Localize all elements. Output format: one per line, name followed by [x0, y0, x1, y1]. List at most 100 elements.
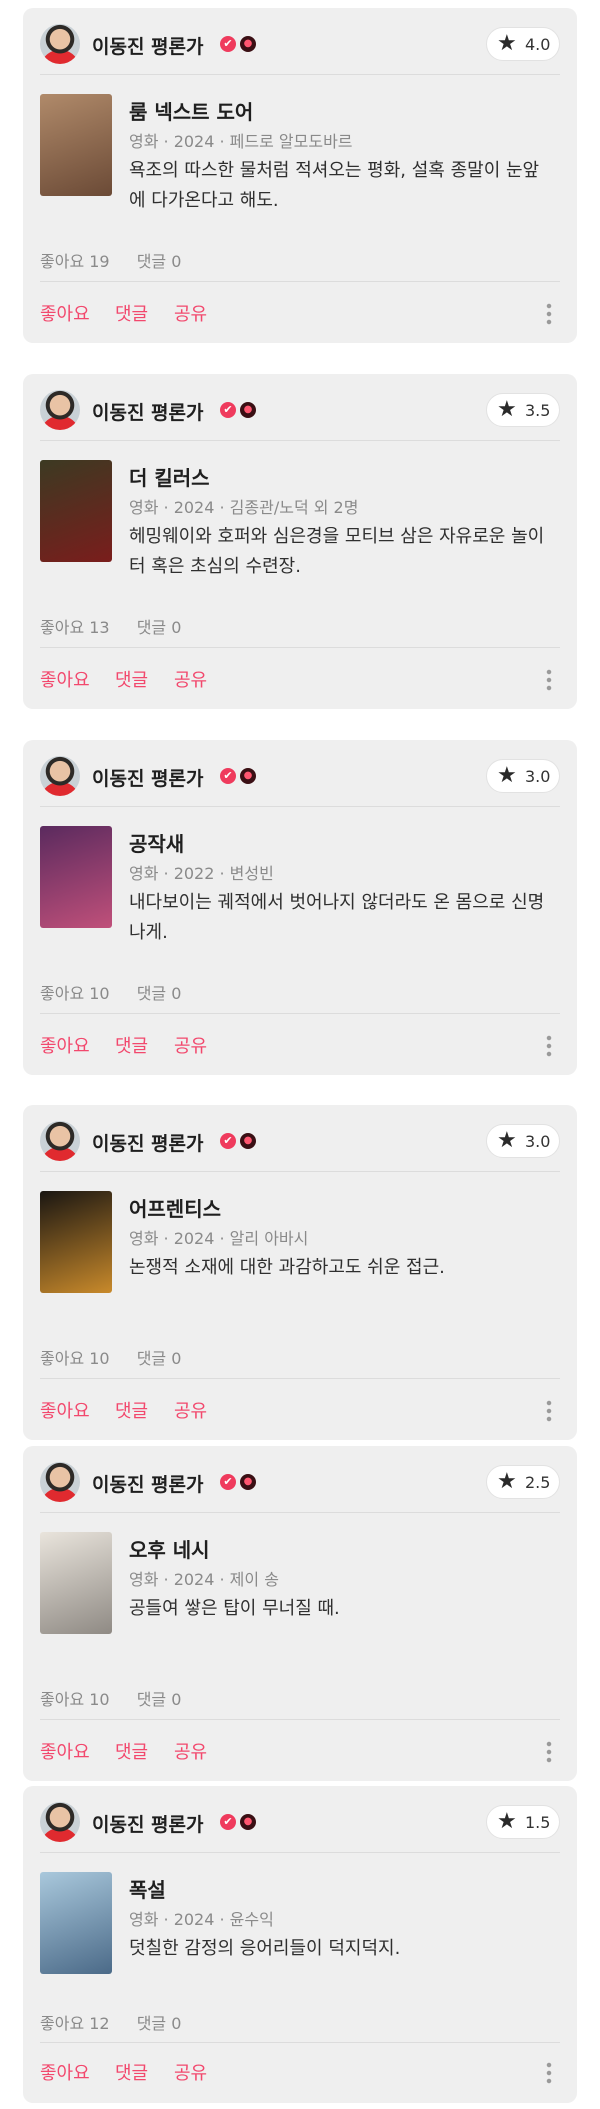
- review-text[interactable]: 덧칠한 감정의 응어리들이 덕지덕지.: [129, 1934, 549, 1964]
- divider: [40, 281, 560, 282]
- comment-button[interactable]: 댓글: [115, 2059, 148, 2085]
- more-options-icon[interactable]: [546, 1399, 552, 1423]
- star-icon: ★: [497, 763, 517, 788]
- review-text[interactable]: 논쟁적 소재에 대한 과감하고도 쉬운 접근.: [129, 1253, 549, 1283]
- avatar[interactable]: [40, 1121, 80, 1161]
- review-actions: 좋아요 댓글 공유: [40, 300, 560, 328]
- star-icon: ★: [497, 397, 517, 422]
- movie-title[interactable]: 룸 넥스트 도어: [129, 96, 253, 125]
- share-button[interactable]: 공유: [174, 1032, 207, 1058]
- movie-poster[interactable]: [40, 1872, 112, 1974]
- like-count: 좋아요 13: [40, 618, 110, 637]
- rating-value: 3.5: [525, 401, 551, 420]
- like-button[interactable]: 좋아요: [40, 1738, 90, 1764]
- review-text[interactable]: 내다보이는 궤적에서 벗어나지 않더라도 온 몸으로 신명나게.: [129, 888, 549, 948]
- movie-meta: 영화 · 2022 · 변성빈: [129, 864, 274, 883]
- movie-poster[interactable]: [40, 1191, 112, 1293]
- movie-title[interactable]: 더 킬러스: [129, 462, 210, 491]
- divider: [40, 74, 560, 75]
- avatar[interactable]: [40, 1802, 80, 1842]
- star-icon: ★: [497, 1469, 517, 1494]
- review-stats: 좋아요 12 댓글 0: [40, 2010, 203, 2034]
- avatar[interactable]: [40, 390, 80, 430]
- review-card: 이동진 평론가 ✔ ● ★ 1.5 폭설 영화 · 2024 · 윤수익 덧칠한…: [23, 1786, 577, 2103]
- more-options-icon[interactable]: [546, 1740, 552, 1764]
- avatar[interactable]: [40, 1462, 80, 1502]
- like-count: 좋아요 10: [40, 1349, 110, 1368]
- like-button[interactable]: 좋아요: [40, 666, 90, 692]
- verified-badge-icon: ✔: [220, 36, 236, 52]
- review-actions: 좋아요 댓글 공유: [40, 1032, 560, 1060]
- avatar[interactable]: [40, 24, 80, 64]
- share-button[interactable]: 공유: [174, 300, 207, 326]
- movie-poster[interactable]: [40, 460, 112, 562]
- rating-value: 2.5: [525, 1473, 551, 1492]
- review-stats: 좋아요 19 댓글 0: [40, 248, 203, 272]
- author-name[interactable]: 이동진 평론가: [92, 32, 204, 59]
- more-options-icon[interactable]: [546, 668, 552, 692]
- movie-poster[interactable]: [40, 1532, 112, 1634]
- review-text[interactable]: 욕조의 따스한 물처럼 적셔오는 평화, 설혹 종말이 눈앞에 다가온다고 해도…: [129, 156, 549, 216]
- verified-badge-icon: ✔: [220, 402, 236, 418]
- star-icon: ★: [497, 31, 517, 56]
- movie-title[interactable]: 공작새: [129, 828, 184, 857]
- review-text[interactable]: 공들여 쌓은 탑이 무너질 때.: [129, 1594, 549, 1624]
- more-options-icon[interactable]: [546, 302, 552, 326]
- divider: [40, 1852, 560, 1853]
- avatar[interactable]: [40, 756, 80, 796]
- movie-title[interactable]: 오후 네시: [129, 1534, 210, 1563]
- movie-meta: 영화 · 2024 · 윤수익: [129, 1910, 274, 1929]
- share-button[interactable]: 공유: [174, 666, 207, 692]
- more-options-icon[interactable]: [546, 1034, 552, 1058]
- share-button[interactable]: 공유: [174, 2059, 207, 2085]
- comment-button[interactable]: 댓글: [115, 1397, 148, 1423]
- comment-button[interactable]: 댓글: [115, 1738, 148, 1764]
- critic-emblem-icon: ●: [240, 1814, 256, 1830]
- author-name[interactable]: 이동진 평론가: [92, 764, 204, 791]
- more-options-icon[interactable]: [546, 2061, 552, 2085]
- comment-button[interactable]: 댓글: [115, 300, 148, 326]
- divider: [40, 2042, 560, 2043]
- comment-count: 댓글 0: [136, 252, 182, 271]
- author-name[interactable]: 이동진 평론가: [92, 1810, 204, 1837]
- star-icon: ★: [497, 1809, 517, 1834]
- author-name[interactable]: 이동진 평론가: [92, 398, 204, 425]
- comment-button[interactable]: 댓글: [115, 1032, 148, 1058]
- divider: [40, 1013, 560, 1014]
- share-button[interactable]: 공유: [174, 1738, 207, 1764]
- movie-poster[interactable]: [40, 826, 112, 928]
- star-icon: ★: [497, 1128, 517, 1153]
- review-actions: 좋아요 댓글 공유: [40, 1397, 560, 1425]
- comment-button[interactable]: 댓글: [115, 666, 148, 692]
- movie-meta: 영화 · 2024 · 페드로 알모도바르: [129, 132, 353, 151]
- author-name[interactable]: 이동진 평론가: [92, 1129, 204, 1156]
- review-text[interactable]: 헤밍웨이와 호퍼와 심은경을 모티브 삼은 자유로운 놀이터 혹은 초심의 수련…: [129, 522, 549, 582]
- verified-badge-icon: ✔: [220, 768, 236, 784]
- rating-value: 4.0: [525, 35, 551, 54]
- like-count: 좋아요 19: [40, 252, 110, 271]
- movie-meta: 영화 · 2024 · 제이 송: [129, 1570, 279, 1589]
- like-button[interactable]: 좋아요: [40, 2059, 90, 2085]
- rating-badge: ★ 3.5: [486, 393, 560, 427]
- like-button[interactable]: 좋아요: [40, 1397, 90, 1423]
- verified-badge-icon: ✔: [220, 1133, 236, 1149]
- divider: [40, 1378, 560, 1379]
- review-card: 이동진 평론가 ✔ ● ★ 4.0 룸 넥스트 도어 영화 · 2024 · 페…: [23, 8, 577, 343]
- share-button[interactable]: 공유: [174, 1397, 207, 1423]
- review-stats: 좋아요 13 댓글 0: [40, 614, 203, 638]
- movie-poster[interactable]: [40, 94, 112, 196]
- like-button[interactable]: 좋아요: [40, 1032, 90, 1058]
- review-header: 이동진 평론가 ✔ ● ★ 3.5: [40, 390, 560, 432]
- rating-badge: ★ 3.0: [486, 759, 560, 793]
- verified-badge-icon: ✔: [220, 1814, 236, 1830]
- movie-title[interactable]: 어프렌티스: [129, 1193, 221, 1222]
- review-header: 이동진 평론가 ✔ ● ★ 2.5: [40, 1462, 560, 1504]
- critic-emblem-icon: ●: [240, 36, 256, 52]
- divider: [40, 647, 560, 648]
- like-button[interactable]: 좋아요: [40, 300, 90, 326]
- verified-badge-icon: ✔: [220, 1474, 236, 1490]
- author-name[interactable]: 이동진 평론가: [92, 1470, 204, 1497]
- movie-title[interactable]: 폭설: [129, 1874, 166, 1903]
- comment-count: 댓글 0: [136, 1690, 182, 1709]
- review-actions: 좋아요 댓글 공유: [40, 1738, 560, 1766]
